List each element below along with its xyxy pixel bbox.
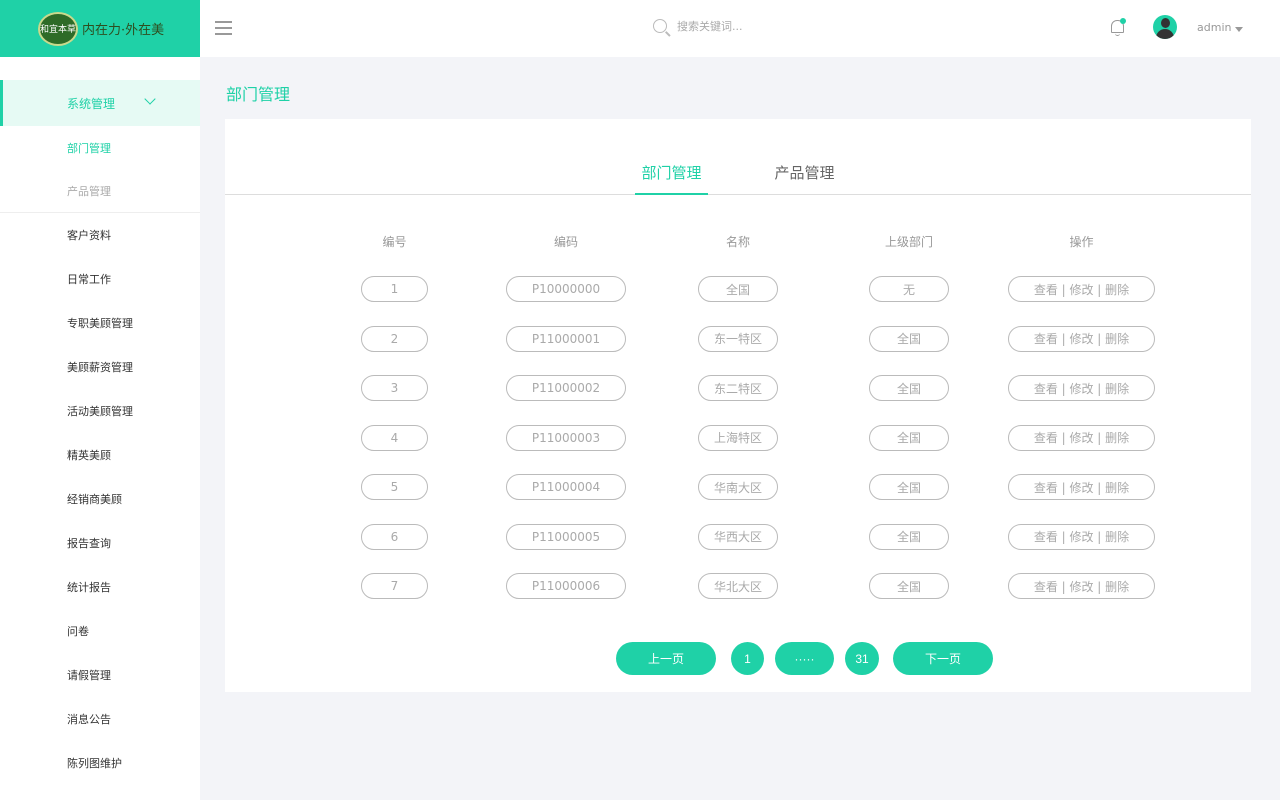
sidebar-item[interactable]: 报告查询 [0, 521, 200, 565]
prev-page-button[interactable]: 上一页 [616, 642, 716, 675]
tab-bar: 部门管理 产品管理 [225, 159, 1251, 195]
page-1-button[interactable]: 1 [731, 642, 764, 675]
notification-bell-icon[interactable] [1111, 18, 1126, 36]
tab-department[interactable]: 部门管理 [635, 162, 708, 195]
page-ellipsis-button[interactable]: ····· [775, 642, 834, 675]
sidebar-item[interactable]: 消息公告 [0, 697, 200, 741]
sidebar-item[interactable]: 美顾薪资管理 [0, 345, 200, 389]
cell-id: 6 [361, 523, 428, 550]
user-name[interactable]: admin [1197, 21, 1231, 34]
column-header-parent: 上级部门 [884, 235, 933, 249]
cell-parent: 全国 [869, 523, 949, 550]
cell-code: P11000005 [506, 523, 626, 550]
top-header: admin [200, 0, 1280, 57]
cell-code: P11000002 [506, 375, 626, 401]
cell-id: 3 [361, 375, 428, 401]
cell-actions[interactable]: 查看 | 修改 | 删除 [1008, 523, 1155, 550]
cell-parent: 全国 [869, 474, 949, 500]
sidebar-item[interactable]: 客户资料 [0, 213, 200, 257]
sidebar: 和宜本草 内在力·外在美 系统管理 部门管理 产品管理 客户资料 日常工作 专职… [0, 0, 200, 800]
page-last-button[interactable]: 31 [845, 642, 879, 675]
sidebar-item[interactable]: 活动美顾管理 [0, 389, 200, 433]
cell-parent: 全国 [869, 375, 949, 401]
notification-dot [1120, 18, 1126, 24]
cell-name: 东一特区 [698, 325, 778, 352]
caret-down-icon[interactable] [1235, 27, 1243, 32]
cell-code: P10000000 [506, 276, 626, 302]
cell-name: 全国 [698, 276, 778, 302]
search-icon[interactable] [653, 19, 667, 33]
cell-id: 7 [361, 573, 428, 599]
sidebar-menu: 系统管理 部门管理 产品管理 客户资料 日常工作 专职美顾管理 美顾薪资管理 活… [0, 80, 200, 785]
menu-toggle-icon[interactable] [215, 21, 232, 35]
cell-name: 东二特区 [698, 375, 778, 401]
cell-actions[interactable]: 查看 | 修改 | 删除 [1008, 375, 1155, 401]
cell-name: 上海特区 [698, 424, 778, 451]
column-header-code: 编码 [553, 235, 578, 249]
sidebar-subitem-product[interactable]: 产品管理 [0, 169, 200, 212]
sidebar-item[interactable]: 精英美顾 [0, 433, 200, 477]
tab-product[interactable]: 产品管理 [771, 162, 838, 195]
column-header-action: 操作 [1069, 235, 1094, 249]
logo-bar: 和宜本草 内在力·外在美 [0, 0, 200, 57]
cell-actions[interactable]: 查看 | 修改 | 删除 [1008, 276, 1155, 302]
cell-name: 华南大区 [698, 474, 778, 500]
sidebar-item[interactable]: 问卷 [0, 609, 200, 653]
cell-actions[interactable]: 查看 | 修改 | 删除 [1008, 424, 1155, 451]
sidebar-group-label: 系统管理 [67, 96, 116, 111]
search-input[interactable] [677, 19, 837, 33]
page-title: 部门管理 [226, 85, 291, 104]
next-page-button[interactable]: 下一页 [893, 642, 993, 675]
cell-parent: 无 [869, 276, 949, 302]
sidebar-subitem-department[interactable]: 部门管理 [0, 126, 200, 169]
sidebar-item[interactable]: 统计报告 [0, 565, 200, 609]
cell-name: 华北大区 [698, 573, 778, 599]
sidebar-item[interactable]: 日常工作 [0, 257, 200, 301]
content-card: 部门管理 产品管理 编号 编码 名称 上级部门 操作 1 P10000000 全国 无… [225, 119, 1251, 692]
sidebar-item[interactable]: 经销商美顾 [0, 477, 200, 521]
cell-id: 4 [361, 424, 428, 451]
cell-parent: 全国 [869, 573, 949, 599]
cell-parent: 全国 [869, 325, 949, 352]
search-box [653, 19, 837, 33]
sidebar-item[interactable]: 专职美顾管理 [0, 301, 200, 345]
cell-code: P11000004 [506, 474, 626, 500]
cell-actions[interactable]: 查看 | 修改 | 删除 [1008, 573, 1155, 599]
sidebar-item[interactable]: 请假管理 [0, 653, 200, 697]
column-header-name: 名称 [725, 235, 750, 249]
cell-actions[interactable]: 查看 | 修改 | 删除 [1008, 474, 1155, 500]
cell-code: P11000001 [506, 325, 626, 352]
cell-code: P11000006 [506, 573, 626, 599]
cell-name: 华西大区 [698, 523, 778, 550]
cell-id: 2 [361, 325, 428, 352]
cell-id: 5 [361, 474, 428, 500]
column-header-id: 编号 [382, 235, 407, 249]
cell-code: P11000003 [506, 424, 626, 451]
cell-actions[interactable]: 查看 | 修改 | 删除 [1008, 325, 1155, 352]
cell-parent: 全国 [869, 424, 949, 451]
chevron-down-icon [144, 93, 156, 105]
sidebar-group-system[interactable]: 系统管理 [0, 80, 200, 126]
sidebar-item[interactable]: 陈列图维护 [0, 741, 200, 785]
brand-slogan: 内在力·外在美 [82, 23, 165, 38]
brand-logo: 和宜本草 [38, 11, 78, 46]
avatar[interactable] [1153, 15, 1177, 39]
cell-id: 1 [361, 276, 428, 302]
